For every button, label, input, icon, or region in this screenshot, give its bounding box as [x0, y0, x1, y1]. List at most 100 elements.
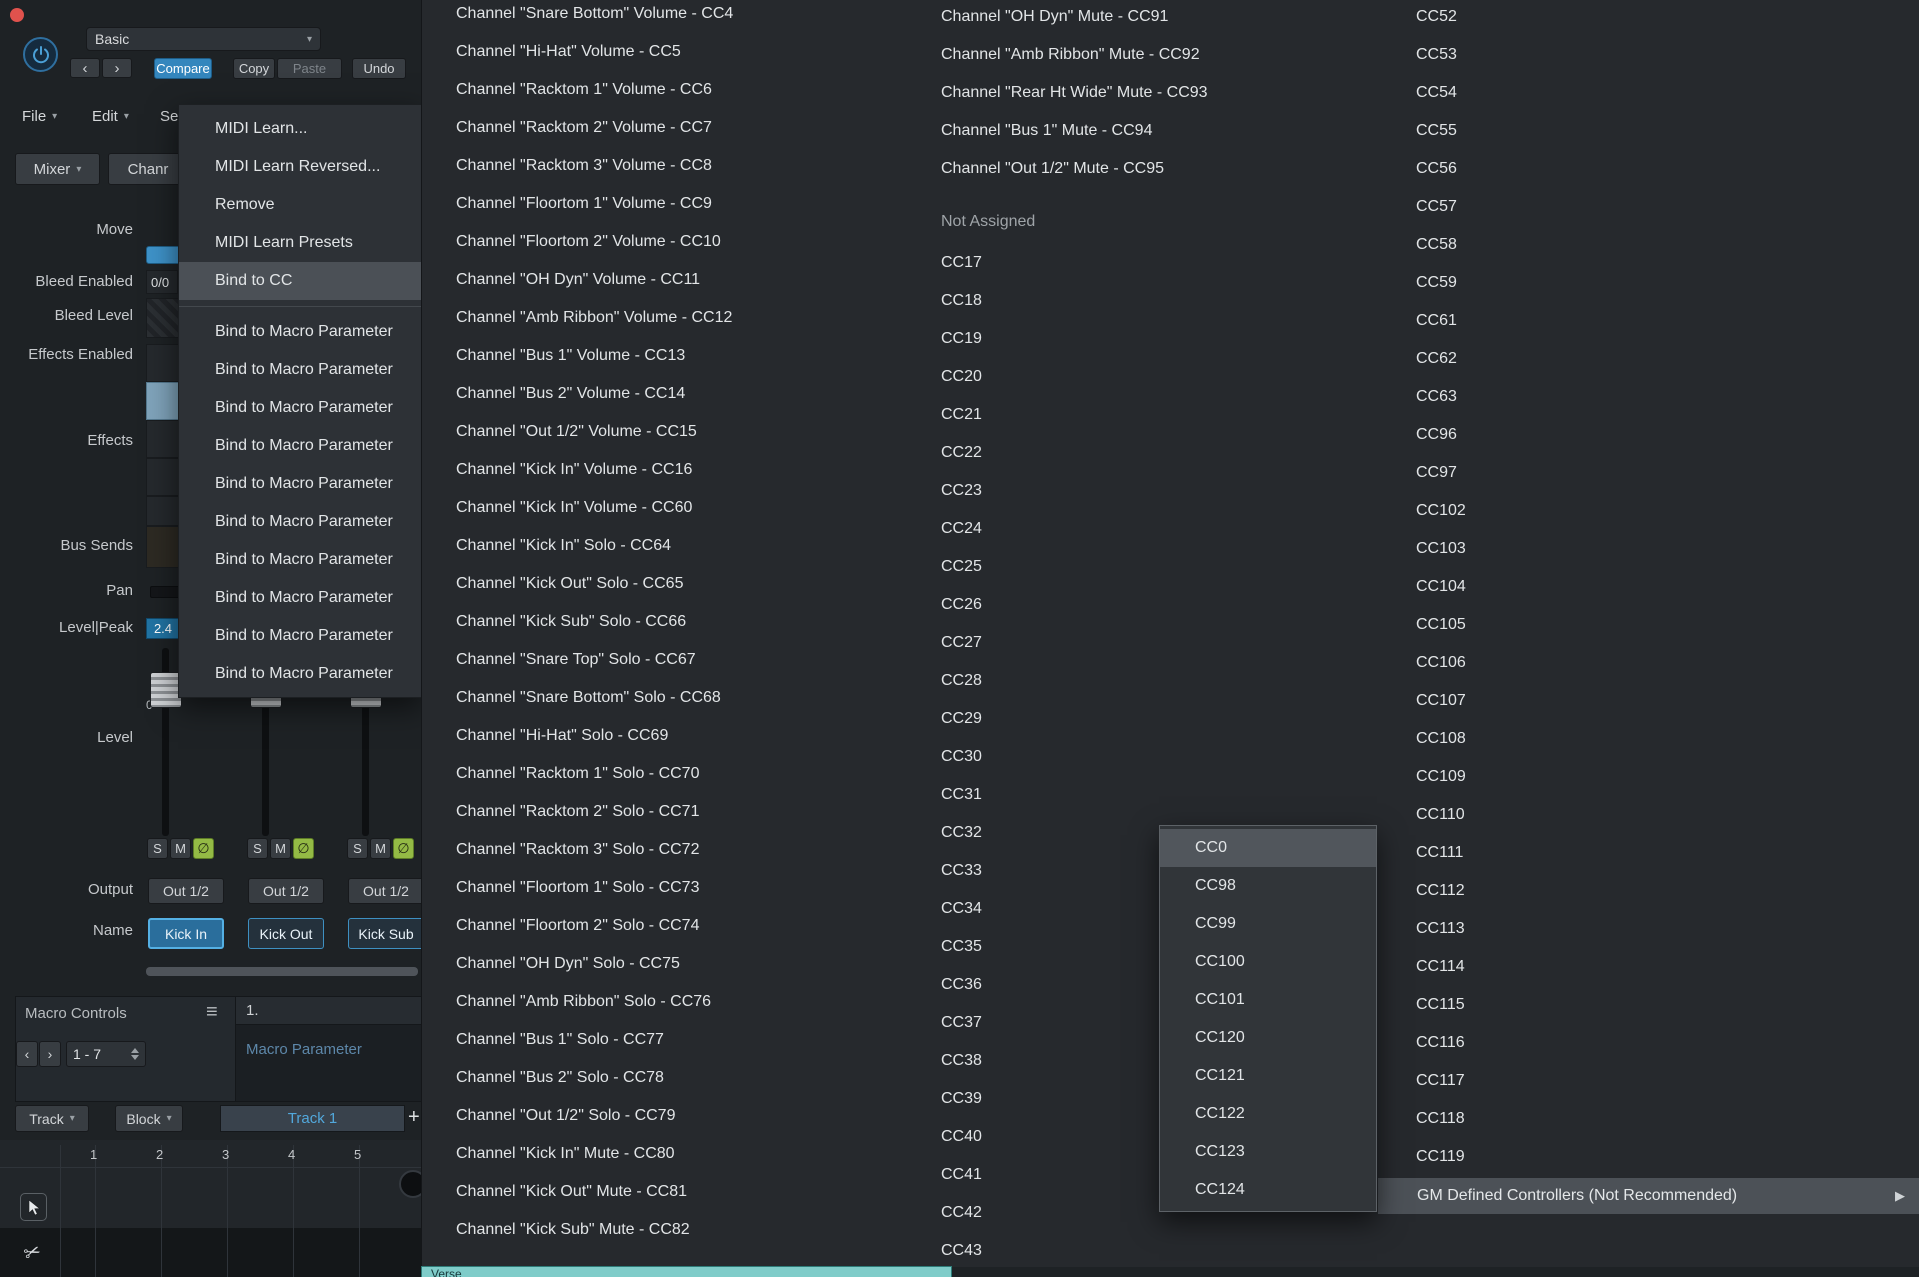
cc-menu-item[interactable]: Channel "Kick Sub" Mute - CC82	[441, 1211, 911, 1249]
cc-menu-item[interactable]: CC110	[1401, 796, 1701, 834]
output-button[interactable]: Out 1/2	[348, 878, 424, 904]
context-menu-item-bind-macro[interactable]: Bind to Macro Parameter	[179, 655, 421, 693]
cc-menu-item[interactable]: CC38	[926, 1042, 1126, 1080]
mute-button[interactable]: M	[170, 838, 191, 859]
cc-menu-item[interactable]: CC103	[1401, 530, 1701, 568]
cc-menu-item[interactable]: Channel "Bus 1" Mute - CC94	[926, 112, 1356, 150]
cc-menu-item[interactable]: Channel "Kick Sub" Solo - CC66	[441, 603, 911, 641]
cc-menu-item[interactable]: Channel "Bus 2" Solo - CC78	[441, 1059, 911, 1097]
cc-menu-item[interactable]: Channel "Floortom 2" Solo - CC74	[441, 907, 911, 945]
cc-menu-item[interactable]: CC28	[926, 662, 1126, 700]
context-menu-item[interactable]: Remove	[179, 186, 421, 224]
cc-menu-item[interactable]: CC111	[1401, 834, 1701, 872]
cc-menu-item[interactable]: Channel "Kick Out" Mute - CC81	[441, 1173, 911, 1211]
cc-menu-item[interactable]: CC109	[1401, 758, 1701, 796]
timeline-lane[interactable]	[0, 1228, 421, 1277]
mute-button[interactable]: M	[370, 838, 391, 859]
cc-menu-item[interactable]: Channel "Racktom 3" Solo - CC72	[441, 831, 911, 869]
cc-menu-item[interactable]: CC106	[1401, 644, 1701, 682]
hamburger-icon[interactable]: ≡	[206, 1001, 218, 1024]
cc-menu-item[interactable]: Channel "Kick In" Volume - CC60	[441, 489, 911, 527]
cc-menu-item[interactable]: Channel "Racktom 1" Solo - CC70	[441, 755, 911, 793]
add-track-button[interactable]: +	[408, 1106, 420, 1129]
undo-button[interactable]: Undo	[352, 58, 406, 79]
cc-menu-item[interactable]: Channel "Bus 1" Solo - CC77	[441, 1021, 911, 1059]
cc-menu-item[interactable]: CC37	[926, 1004, 1126, 1042]
cc-menu-item[interactable]: Channel "Out 1/2" Mute - CC95	[926, 150, 1356, 188]
cc-menu-item[interactable]: CC24	[926, 510, 1126, 548]
cc-menu-item[interactable]: CC41	[926, 1156, 1126, 1194]
cc-menu-item[interactable]: CC96	[1401, 416, 1701, 454]
cc-popup-item[interactable]: CC98	[1160, 867, 1376, 905]
context-menu-item-bind-macro[interactable]: Bind to Macro Parameter	[179, 389, 421, 427]
cc-menu-item[interactable]: CC43	[926, 1232, 1126, 1267]
cc-menu-item[interactable]: CC32	[926, 814, 1126, 852]
context-menu-item-bind-macro[interactable]: Bind to Macro Parameter	[179, 503, 421, 541]
solo-button[interactable]: S	[247, 838, 268, 859]
cc-menu-item[interactable]: CC62	[1401, 340, 1701, 378]
cc-menu-item[interactable]: Channel "OH Dyn" Volume - CC11	[441, 261, 911, 299]
cc-menu-item[interactable]: Channel "Bus 2" Volume - CC14	[441, 375, 911, 413]
cc-menu-item[interactable]: Channel "OH Dyn" Solo - CC75	[441, 945, 911, 983]
bypass-button[interactable]: ∅	[293, 838, 314, 859]
channel-name-button[interactable]: Kick In	[148, 918, 224, 949]
cc-menu-item[interactable]: CC29	[926, 700, 1126, 738]
cc-popup-item[interactable]: CC120	[1160, 1019, 1376, 1057]
cc-menu-item[interactable]: CC27	[926, 624, 1126, 662]
context-menu-item[interactable]: MIDI Learn Reversed...	[179, 148, 421, 186]
macro-range-dropdown[interactable]: 1 - 7	[66, 1041, 146, 1067]
cc-menu-item[interactable]: Channel "Snare Top" Solo - CC67	[441, 641, 911, 679]
cc-menu-item[interactable]: CC57	[1401, 188, 1701, 226]
output-button[interactable]: Out 1/2	[248, 878, 324, 904]
cc-menu-item[interactable]: CC112	[1401, 872, 1701, 910]
cc-popup-item[interactable]: CC124	[1160, 1171, 1376, 1209]
solo-button[interactable]: S	[147, 838, 168, 859]
cc-menu-item[interactable]: CC102	[1401, 492, 1701, 530]
cc-menu-item[interactable]: Channel "Snare Bottom" Solo - CC68	[441, 679, 911, 717]
context-menu-item-bind-macro[interactable]: Bind to Macro Parameter	[179, 351, 421, 389]
cc-menu-item[interactable]: Channel "Hi-Hat" Volume - CC5	[441, 33, 911, 71]
channel-name-button[interactable]: Kick Out	[248, 918, 324, 949]
cc-menu-item[interactable]: Channel "Amb Ribbon" Mute - CC92	[926, 36, 1356, 74]
cc-menu-item[interactable]: CC42	[926, 1194, 1126, 1232]
cc-menu-item[interactable]: Channel "Racktom 2" Solo - CC71	[441, 793, 911, 831]
cc-popup-item[interactable]: CC101	[1160, 981, 1376, 1019]
cc-menu-item[interactable]: Channel "Racktom 1" Volume - CC6	[441, 71, 911, 109]
paste-button[interactable]: Paste	[277, 58, 342, 79]
cc-menu-item[interactable]: CC26	[926, 586, 1126, 624]
cc-menu-item[interactable]: CC52	[1401, 0, 1701, 36]
copy-button[interactable]: Copy	[233, 58, 275, 79]
cc-popup-item[interactable]: CC123	[1160, 1133, 1376, 1171]
cc-menu-item[interactable]: Channel "Amb Ribbon" Solo - CC76	[441, 983, 911, 1021]
cc-menu-item[interactable]: CC115	[1401, 986, 1701, 1024]
mixer-horizontal-scrollbar[interactable]	[146, 967, 418, 976]
cc-menu-item[interactable]: CC116	[1401, 1024, 1701, 1062]
cc-menu-item[interactable]: CC56	[1401, 150, 1701, 188]
cc-menu-item[interactable]: CC17	[926, 244, 1126, 282]
cc-menu-item[interactable]: CC97	[1401, 454, 1701, 492]
cc-menu-item[interactable]: CC40	[926, 1118, 1126, 1156]
verse-region[interactable]: Verse	[421, 1266, 952, 1277]
cc-menu-item[interactable]: CC55	[1401, 112, 1701, 150]
mute-button[interactable]: M	[270, 838, 291, 859]
cc-menu-item[interactable]: Channel "Floortom 1" Volume - CC9	[441, 185, 911, 223]
cc-menu-item[interactable]: CC113	[1401, 910, 1701, 948]
cc-menu-item[interactable]: CC30	[926, 738, 1126, 776]
cc-menu-item[interactable]: Channel "Kick In" Mute - CC80	[441, 1135, 911, 1173]
cc-menu-item[interactable]: CC20	[926, 358, 1126, 396]
gm-defined-controllers-item[interactable]: GM Defined Controllers (Not Recommended)…	[1378, 1178, 1919, 1214]
cc-menu-item[interactable]: CC18	[926, 282, 1126, 320]
cc-menu-item[interactable]: CC19	[926, 320, 1126, 358]
cc-menu-item[interactable]: CC31	[926, 776, 1126, 814]
cc-menu-item[interactable]: Channel "Amb Ribbon" Volume - CC12	[441, 299, 911, 337]
cc-menu-item[interactable]: CC25	[926, 548, 1126, 586]
cc-menu-item[interactable]: CC21	[926, 396, 1126, 434]
cc-menu-item[interactable]: Channel "Rear Ht Wide" Mute - CC93	[926, 74, 1356, 112]
cc-menu-item[interactable]: Channel "OH Dyn" Mute - CC91	[926, 0, 1356, 36]
cc-menu-item[interactable]: Channel "Hi-Hat" Solo - CC69	[441, 717, 911, 755]
cc-menu-item[interactable]: CC118	[1401, 1100, 1701, 1138]
macro-next-button[interactable]: ›	[39, 1041, 61, 1067]
cc-menu-item[interactable]: CC39	[926, 1080, 1126, 1118]
cc-menu-item[interactable]: CC107	[1401, 682, 1701, 720]
context-menu-item[interactable]: MIDI Learn...	[179, 110, 421, 148]
